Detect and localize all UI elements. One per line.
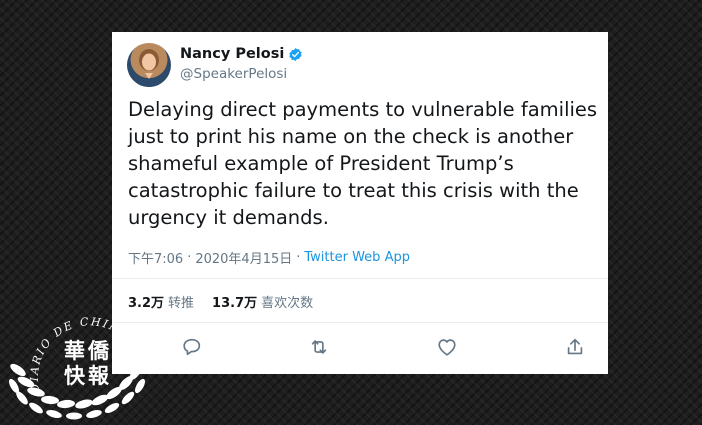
- avatar-portrait-icon: [133, 49, 165, 87]
- author-row: Nancy Pelosi: [180, 46, 303, 62]
- tweet-meta: 下午7:06 · 2020年4月15日 · Twitter Web App: [128, 248, 410, 267]
- meta-separator: ·: [187, 250, 192, 265]
- verified-badge-icon: [289, 47, 302, 61]
- divider: [112, 278, 608, 279]
- retweet-icon[interactable]: [308, 336, 330, 358]
- meta-separator: ·: [296, 250, 301, 265]
- like-icon[interactable]: [436, 336, 458, 358]
- watermark-line-1: 華僑: [64, 338, 112, 363]
- tweet-date[interactable]: 2020年4月15日: [195, 248, 292, 267]
- tweet-actions: [112, 332, 608, 362]
- watermark-line-2: 快報: [64, 363, 112, 388]
- watermark-chinese-text: 華僑 快報: [64, 338, 124, 388]
- retweets-label: 转推: [168, 296, 195, 311]
- tweet-time[interactable]: 下午7:06: [128, 248, 183, 267]
- likes-label: 喜欢次数: [261, 296, 314, 311]
- tweet-card: Nancy Pelosi @SpeakerPelosi Delaying dir…: [112, 32, 608, 374]
- author-name[interactable]: Nancy Pelosi: [180, 46, 284, 62]
- tweet-text: Delaying direct payments to vulnerable f…: [128, 98, 598, 229]
- likes-count: 13.7万: [212, 296, 258, 311]
- likes-stat[interactable]: 13.7万 喜欢次数: [212, 292, 313, 311]
- share-icon[interactable]: [564, 336, 586, 358]
- divider: [112, 322, 608, 323]
- avatar[interactable]: [127, 43, 171, 87]
- reply-icon[interactable]: [181, 336, 203, 358]
- author-handle[interactable]: @SpeakerPelosi: [180, 66, 287, 82]
- tweet-source-link[interactable]: Twitter Web App: [304, 250, 410, 265]
